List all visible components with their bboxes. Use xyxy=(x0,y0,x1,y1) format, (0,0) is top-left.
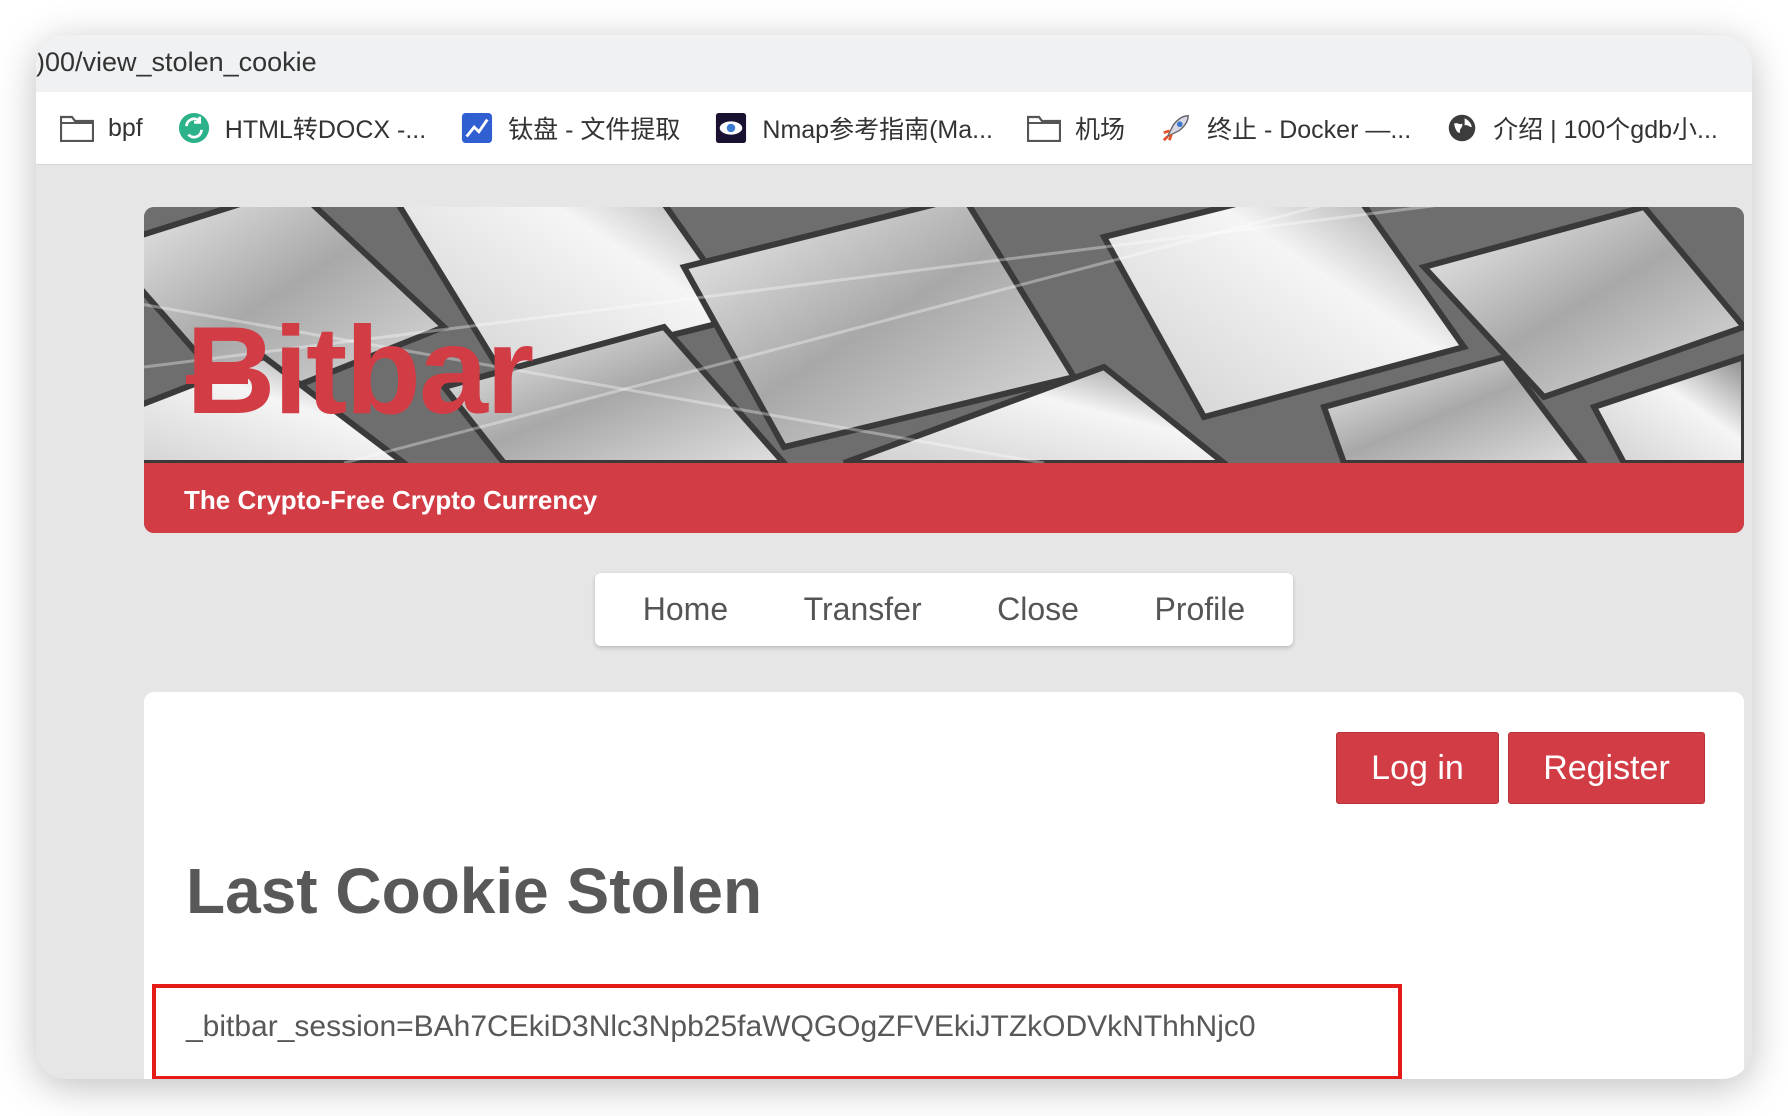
page-title: Last Cookie Stolen xyxy=(186,855,763,927)
bookmark-label: HTML转DOCX -... xyxy=(224,116,427,144)
bookmark-label: 终止 - Docker —... xyxy=(1207,116,1412,144)
nav-profile[interactable]: Profile xyxy=(1154,591,1245,628)
nav-transfer[interactable]: Transfer xyxy=(804,591,922,628)
brand-name: Bitbar xyxy=(186,302,534,440)
bookmark-label: 钛盘 - 文件提取 xyxy=(508,116,681,144)
stolen-cookie-highlight: _bitbar_session=BAh7CEkiD3Nlc3Npb25faWQG… xyxy=(152,984,1402,1079)
register-button[interactable]: Register xyxy=(1508,732,1705,804)
bitcoin-strike-mark xyxy=(186,375,248,384)
bookmark-label: 介绍 | 100个gdb小... xyxy=(1493,116,1718,144)
site-banner: Bitbar The Crypto-Free Crypto Currency xyxy=(144,207,1744,533)
convert-icon xyxy=(177,111,211,145)
bookmark-label: bpf xyxy=(108,113,143,142)
bookmark-tiapan[interactable]: 钛盘 - 文件提取 xyxy=(460,110,680,146)
bookmarks-bar: bpf HTML转DOCX -... 钛盘 - 文件提取 Nmap参考指南(Ma… xyxy=(36,92,1752,165)
globe-icon xyxy=(1445,111,1479,145)
bookmark-label: Nmap参考指南(Ma... xyxy=(762,116,993,144)
main-nav: Home Transfer Close Profile xyxy=(595,573,1293,646)
tiapan-icon xyxy=(460,111,494,145)
folder-icon xyxy=(60,111,94,145)
bookmark-html-docx[interactable]: HTML转DOCX -... xyxy=(177,110,426,146)
tagline: The Crypto-Free Crypto Currency xyxy=(184,485,598,515)
address-bar[interactable]: )00/view_stolen_cookie xyxy=(36,35,1752,92)
bookmark-gdb[interactable]: 介绍 | 100个gdb小... xyxy=(1445,110,1718,146)
bookmark-bpf[interactable]: bpf xyxy=(60,111,143,145)
content-card: Log in Register Last Cookie Stolen _bitb… xyxy=(144,692,1744,1079)
bookmark-nmap[interactable]: Nmap参考指南(Ma... xyxy=(714,110,993,146)
rocket-icon xyxy=(1159,111,1193,145)
folder-icon xyxy=(1026,111,1061,145)
login-button[interactable]: Log in xyxy=(1336,732,1499,804)
bookmark-docker[interactable]: 终止 - Docker —... xyxy=(1159,110,1411,146)
bookmark-label: 机场 xyxy=(1074,116,1125,144)
bookmark-jichang[interactable]: 机场 xyxy=(1026,110,1125,146)
url-text: )00/view_stolen_cookie xyxy=(36,47,317,77)
browser-window: )00/view_stolen_cookie bpf HTML转DOCX -..… xyxy=(36,35,1752,1079)
brand-logo[interactable]: Bitbar xyxy=(186,309,534,433)
nav-close[interactable]: Close xyxy=(997,591,1079,628)
stolen-cookie-value: _bitbar_session=BAh7CEkiD3Nlc3Npb25faWQG… xyxy=(186,1010,1256,1043)
tagline-bar: The Crypto-Free Crypto Currency xyxy=(144,463,1744,533)
nav-home[interactable]: Home xyxy=(643,591,728,628)
eye-icon xyxy=(714,111,748,145)
